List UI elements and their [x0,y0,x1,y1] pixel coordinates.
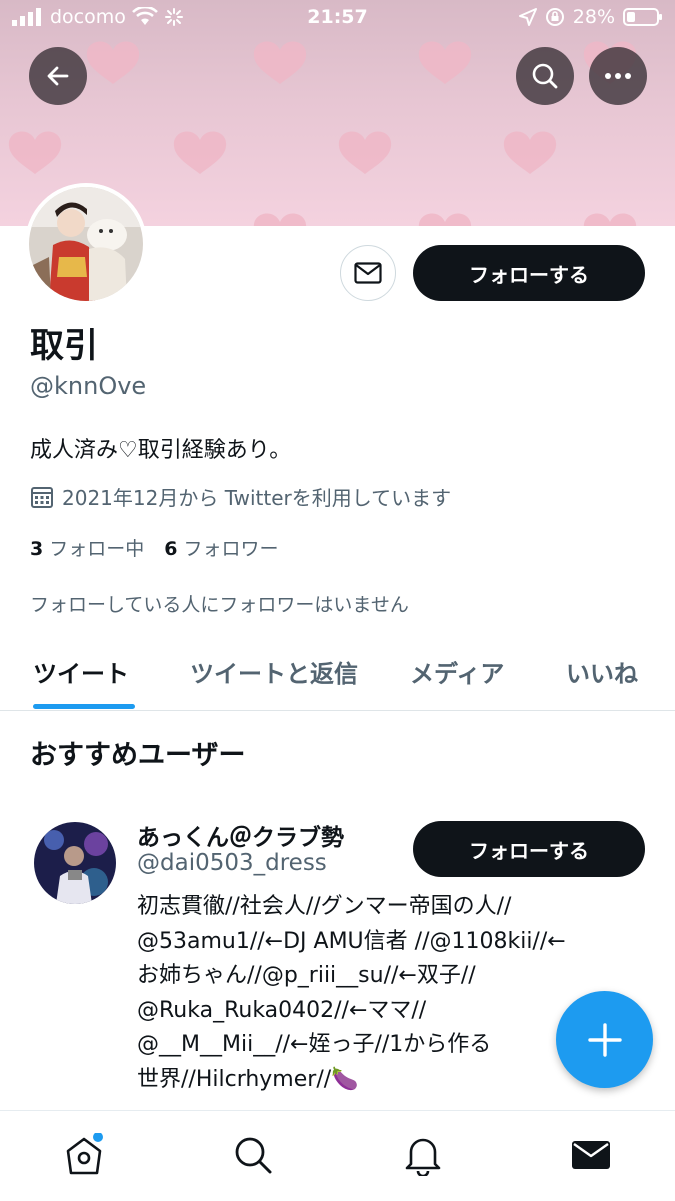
joined-date: 2021年12月から Twitterを利用しています [30,482,451,511]
bio-line: @__M__Mii__//←姪っ子//1から作る [137,1032,492,1057]
mutual-followers-note: フォローしている人にフォロワーはいません [30,594,409,616]
avatar-photo [29,187,143,301]
tab-likes[interactable]: いいね [566,654,638,689]
back-button[interactable] [29,47,87,105]
nav-home[interactable] [62,1133,106,1177]
status-right: 28% [518,6,663,28]
recommended-user-name[interactable]: あっくん＠クラブ勢 [137,818,344,852]
tab-tweets-and-replies[interactable]: ツイートと返信 [190,654,358,689]
recommended-user-avatar[interactable] [34,822,116,904]
more-button[interactable] [589,47,647,105]
search-icon [235,1137,272,1174]
tab-tweets[interactable]: ツイート [33,654,129,689]
recommended-avatar-photo [34,822,116,904]
recommended-user-handle: @dai0503_dress [137,850,327,876]
nav-messages[interactable] [569,1133,613,1177]
follow-counts: 3 フォロー中 6 フォロワー [30,534,279,561]
following-count: 3 [30,538,44,560]
calendar-icon [31,486,53,508]
nav-explore[interactable] [231,1133,275,1177]
bio-line: お姉ちゃん//@p_riii__su//←双子// [137,963,476,988]
search-button[interactable] [516,47,574,105]
bio-line: 初志貫徹//社会人//グンマー帝国の人// [137,894,512,919]
message-button[interactable] [340,245,396,301]
profile-bio: 成人済み♡取引経験あり。 [30,438,292,463]
following-link[interactable]: 3 フォロー中 [30,534,144,561]
envelope-icon [354,262,382,284]
profile-tabs: ツイート ツイートと返信 メディア いいね [0,640,675,711]
follow-button[interactable]: フォローする [413,245,645,301]
profile-name: 取引 [30,326,98,366]
following-label: フォロー中 [49,538,145,560]
followers-count: 6 [164,538,178,560]
location-arrow-icon [518,8,537,26]
rotation-lock-icon [545,8,564,26]
search-icon [532,63,558,89]
profile-handle: @knnOve [30,372,147,400]
arrow-left-icon [47,66,69,86]
bio-line: @Ruka_Ruka0402//←ママ// [137,997,427,1023]
followers-label: フォロワー [183,538,279,560]
profile-avatar[interactable] [25,183,147,305]
recommended-user-bio: 初志貫徹//社会人//グンマー帝国の人// @53amu1//←DJ AMU信者… [137,890,617,1097]
battery-icon [623,8,662,26]
status-bar: docomo 21:57 28% [0,0,675,38]
home-icon [66,1133,103,1175]
active-tab-indicator [33,704,135,709]
compose-tweet-button[interactable] [556,991,653,1088]
messages-icon [572,1141,610,1169]
battery-percent: 28% [572,6,615,28]
followers-link[interactable]: 6 フォロワー [164,534,278,561]
joined-text: 2021年12月から Twitterを利用しています [62,486,452,510]
nav-notifications[interactable] [401,1133,445,1177]
tab-media[interactable]: メディア [410,654,504,689]
recommended-follow-button[interactable]: フォローする [413,821,645,877]
plus-icon [587,1022,622,1057]
recommendations-title: おすすめユーザー [30,740,246,771]
notifications-icon [405,1138,441,1176]
bio-line: 世界//Hilcrhymer//🍆 [137,1066,359,1092]
bio-line: @53amu1//←DJ AMU信者 //@1108kii//← [137,928,566,954]
more-dots-icon [605,73,631,79]
bottom-navigation [0,1110,675,1201]
